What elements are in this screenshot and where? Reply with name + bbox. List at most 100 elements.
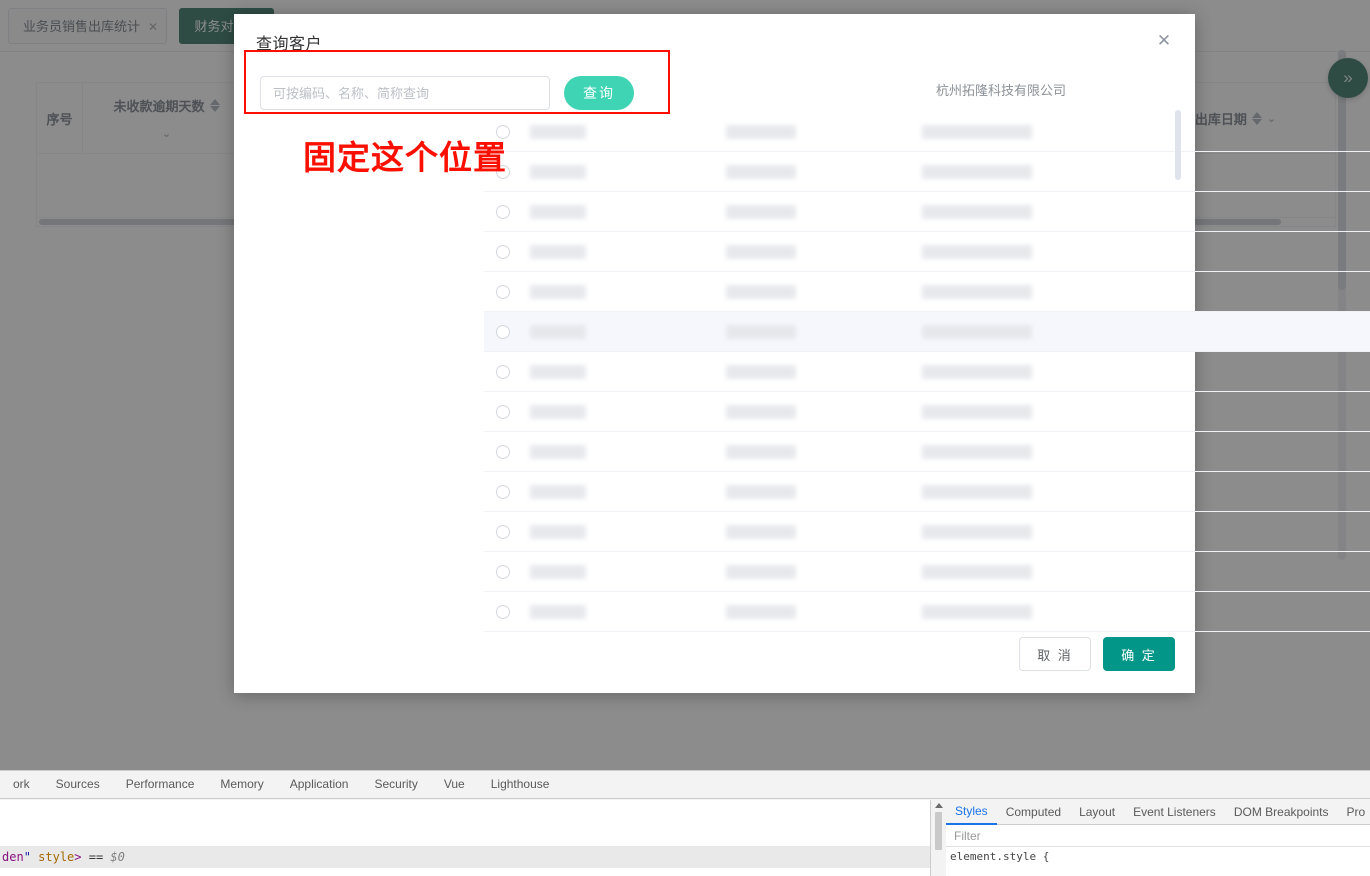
scrollbar-thumb[interactable] [935, 812, 942, 850]
list-item[interactable] [484, 512, 1370, 552]
styles-tab-styles[interactable]: Styles [946, 799, 997, 825]
radio-button[interactable] [496, 444, 510, 459]
list-item[interactable] [484, 152, 1370, 192]
cell-code [530, 604, 586, 619]
list-item[interactable] [484, 112, 1370, 152]
devtools-tab-security[interactable]: Security [361, 771, 430, 798]
cell-code [530, 484, 586, 499]
devtools-styles-pane: Styles Computed Layout Event Listeners D… [946, 800, 1370, 876]
styles-tab-computed[interactable]: Computed [997, 800, 1070, 824]
radio-button[interactable] [496, 404, 510, 419]
cell-code [530, 564, 586, 579]
styles-rule-element-style[interactable]: element.style { [946, 847, 1370, 864]
cell-name [726, 284, 796, 299]
cell-full-name [922, 284, 1032, 299]
list-item[interactable] [484, 272, 1370, 312]
cell-full-name [922, 164, 1032, 179]
styles-tab-dom-breakpoints[interactable]: DOM Breakpoints [1225, 800, 1338, 824]
list-item[interactable] [484, 592, 1370, 632]
radio-button[interactable] [496, 524, 510, 539]
node-token-1: den [2, 850, 24, 864]
devtools-tab-lighthouse[interactable]: Lighthouse [478, 771, 563, 798]
styles-tab-layout[interactable]: Layout [1070, 800, 1124, 824]
devtools-tab-performance[interactable]: Performance [113, 771, 208, 798]
devtools-tab-bar: ork Sources Performance Memory Applicati… [0, 771, 1370, 799]
devtools-tab-vue[interactable]: Vue [431, 771, 478, 798]
radio-button[interactable] [496, 244, 510, 259]
radio-button[interactable] [496, 324, 510, 339]
list-vertical-scrollbar[interactable] [1175, 110, 1181, 180]
styles-tab-event-listeners[interactable]: Event Listeners [1124, 800, 1225, 824]
cell-full-name [922, 444, 1032, 459]
radio-button[interactable] [496, 284, 510, 299]
cell-full-name [922, 484, 1032, 499]
cell-code [530, 404, 586, 419]
list-item[interactable] [484, 432, 1370, 472]
dialog-footer: 取 消 确 定 [1019, 637, 1175, 671]
radio-button[interactable] [496, 164, 510, 179]
cell-code [530, 124, 586, 139]
cell-name [726, 364, 796, 379]
styles-filter-input[interactable]: Filter [946, 825, 1370, 847]
radio-button[interactable] [496, 604, 510, 619]
list-item[interactable] [484, 192, 1370, 232]
devtools-tab-memory[interactable]: Memory [207, 771, 276, 798]
radio-button[interactable] [496, 204, 510, 219]
devtools-tab-application[interactable]: Application [277, 771, 362, 798]
search-input[interactable] [260, 76, 550, 110]
radio-button[interactable] [496, 124, 510, 139]
devtools-tab-network[interactable]: ork [0, 771, 43, 798]
cell-full-name [922, 324, 1032, 339]
cell-code [530, 524, 586, 539]
cell-code [530, 284, 586, 299]
confirm-button[interactable]: 确 定 [1103, 637, 1175, 671]
devtools-elements-pane[interactable]: den" style> == $0 [0, 800, 930, 876]
cell-code [530, 204, 586, 219]
cell-full-name [922, 364, 1032, 379]
radio-button[interactable] [496, 484, 510, 499]
cell-name [726, 324, 796, 339]
cell-name [726, 524, 796, 539]
scroll-up-icon[interactable] [934, 803, 943, 808]
cell-full-name [922, 524, 1032, 539]
search-button[interactable]: 查询 [564, 76, 634, 110]
cell-full-name [922, 124, 1032, 139]
node-token-2: " [23, 850, 31, 864]
cell-name [726, 564, 796, 579]
cell-code [530, 164, 586, 179]
cell-full-name [922, 204, 1032, 219]
styles-tab-properties[interactable]: Pro [1338, 800, 1370, 824]
node-token-6: $0 [110, 850, 125, 864]
node-token-4: > [74, 850, 82, 864]
list-item[interactable] [484, 312, 1370, 352]
cell-full-name [922, 564, 1032, 579]
dialog-title: 查询客户 [256, 36, 323, 53]
cell-name [726, 404, 796, 419]
cancel-button[interactable]: 取 消 [1019, 637, 1091, 671]
devtools-splitter[interactable] [930, 800, 946, 876]
list-item[interactable] [484, 232, 1370, 272]
radio-button[interactable] [496, 564, 510, 579]
cell-name [726, 484, 796, 499]
node-token-3: style [30, 850, 75, 864]
list-item[interactable] [484, 472, 1370, 512]
list-item[interactable] [484, 552, 1370, 592]
cell-code [530, 324, 586, 339]
customer-query-dialog: 查询客户 ✕ 查询 杭州拓隆科技有限公司 取 消 确 定 [234, 14, 1370, 693]
list-item[interactable] [484, 392, 1370, 432]
radio-button[interactable] [496, 364, 510, 379]
customer-list[interactable] [484, 112, 1370, 636]
screen-root: 业务员销售出库统计 ✕ 财务对账组 序号 未收款逾期天数 ⌄ [0, 0, 1370, 876]
list-item[interactable] [484, 352, 1370, 392]
company-name-label: 杭州拓隆科技有限公司 [936, 83, 1067, 98]
cell-name [726, 204, 796, 219]
node-token-5: == [81, 850, 111, 864]
devtools-selected-node-line: den" style> == $0 [0, 846, 930, 868]
cell-full-name [922, 404, 1032, 419]
devtools-tab-sources[interactable]: Sources [43, 771, 113, 798]
close-icon[interactable]: ✕ [1153, 30, 1175, 52]
cell-code [530, 244, 586, 259]
cell-full-name [922, 244, 1032, 259]
devtools-panel: ork Sources Performance Memory Applicati… [0, 770, 1370, 876]
styles-tab-bar: Styles Computed Layout Event Listeners D… [946, 800, 1370, 825]
